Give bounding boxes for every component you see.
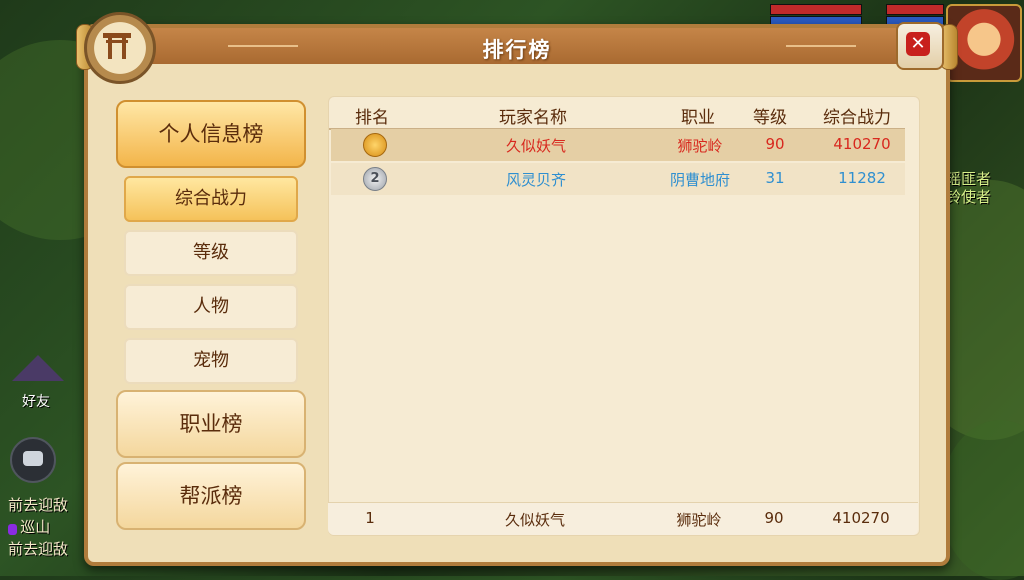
close-icon: ✕	[906, 32, 930, 56]
my-rank: 1	[365, 509, 375, 527]
close-button[interactable]: ✕	[896, 22, 944, 70]
gate-icon	[103, 33, 131, 59]
chat-line: 前去迎敌	[8, 496, 69, 514]
subtab-combat-power[interactable]: 综合战力	[124, 176, 298, 222]
gold-medal-icon	[363, 133, 387, 157]
chat-bubble-icon	[23, 451, 43, 466]
subtab-pet[interactable]: 宠物	[124, 338, 298, 384]
player-combat-power: 11282	[838, 169, 886, 187]
tab-personal-ranking[interactable]: 个人信息榜	[116, 100, 306, 168]
player-level: 90	[765, 135, 785, 153]
panel-titlebar: 排行榜	[88, 28, 946, 64]
channel-tag	[8, 524, 18, 535]
background-foliage	[940, 420, 1024, 580]
ranking-table: 排名 玩家名称 职业 等级 综合战力 久似妖气 狮驼岭 90 410270 2 …	[328, 96, 920, 536]
table-row[interactable]: 久似妖气 狮驼岭 90 410270	[331, 129, 905, 161]
header-level: 等级	[753, 108, 787, 128]
panel-title: 排行榜	[482, 38, 552, 62]
friends-label: 好友	[22, 394, 50, 410]
player-hp-bar	[886, 4, 944, 15]
chat-line: 前去迎敌	[8, 540, 69, 558]
header-class: 职业	[681, 108, 715, 128]
subtab-character[interactable]: 人物	[124, 284, 298, 330]
tab-class-ranking[interactable]: 职业榜	[116, 390, 306, 458]
chat-button[interactable]	[10, 437, 56, 483]
leaderboard-emblem	[84, 12, 156, 84]
header-combat-power: 综合战力	[823, 108, 891, 128]
player-class: 狮驼岭	[677, 137, 723, 155]
subtab-level[interactable]: 等级	[124, 230, 298, 276]
table-row[interactable]: 2 风灵贝齐 阴曹地府 31 11282	[331, 163, 905, 195]
silver-medal-icon: 2	[363, 167, 387, 191]
header-player-name: 玩家名称	[499, 108, 567, 128]
player-combat-power: 410270	[833, 135, 891, 153]
my-level: 90	[764, 509, 784, 527]
friends-icon	[12, 355, 64, 381]
player-level: 31	[765, 169, 785, 187]
player-name: 久似妖气	[505, 137, 566, 155]
leaderboard-panel: 排行榜 ✕ 个人信息榜 综合战力 等级 人物 宠物 职业榜 帮派榜 排名 玩家名…	[76, 12, 958, 566]
my-name: 久似妖气	[504, 511, 565, 529]
npc-name-label: 铃使者	[946, 188, 992, 206]
chat-line: 巡山	[8, 516, 50, 537]
header-rank: 排名	[355, 108, 389, 128]
tab-guild-ranking[interactable]: 帮派榜	[116, 462, 306, 530]
player-class: 阴曹地府	[669, 171, 730, 189]
target-hp-bar	[770, 4, 862, 15]
player-name: 风灵贝齐	[505, 171, 566, 189]
my-rank-row: 1 久似妖气 狮驼岭 90 410270	[328, 502, 918, 535]
my-class: 狮驼岭	[676, 511, 722, 529]
my-combat-power: 410270	[832, 509, 890, 527]
friends-button[interactable]: 好友	[8, 355, 66, 411]
